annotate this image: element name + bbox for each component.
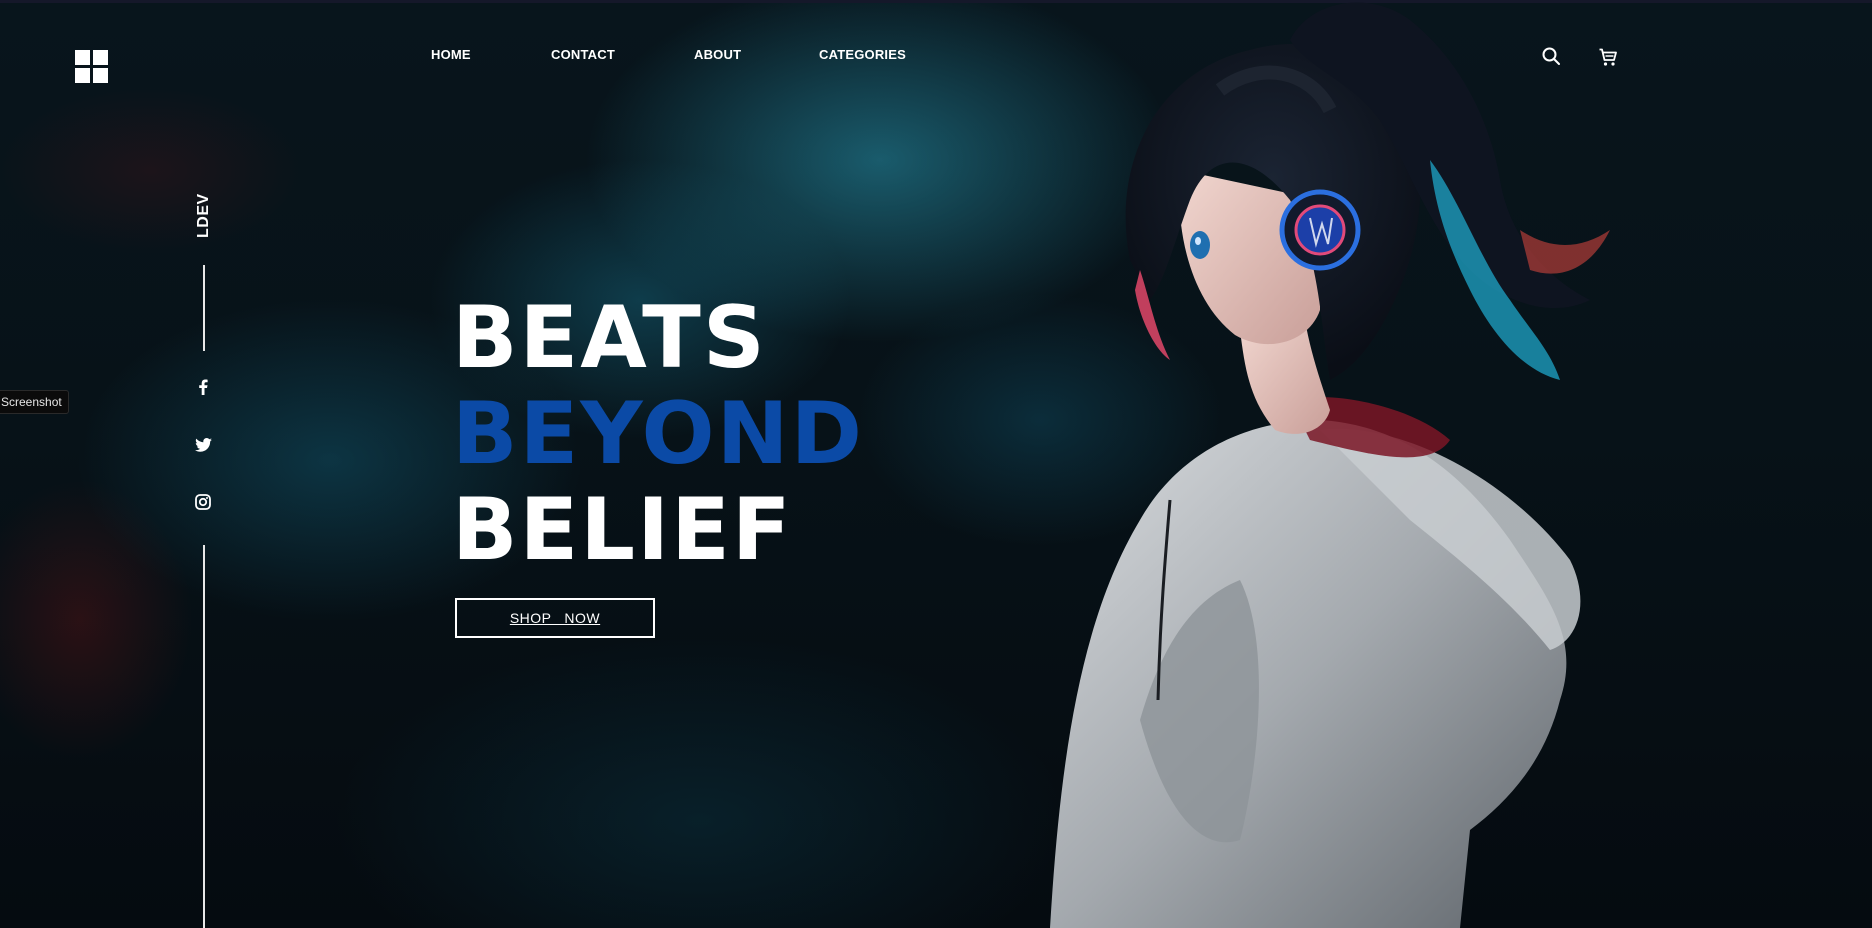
search-icon[interactable]: [1539, 44, 1563, 68]
hero-page: HOME CONTACT ABOUT CATEGORIES LDEV Scree…: [0, 0, 1872, 928]
nav-contact[interactable]: CONTACT: [551, 47, 615, 62]
headline-line-2: BEYOND: [452, 384, 864, 484]
brand-vertical-label: LDEV: [195, 193, 212, 238]
facebook-icon[interactable]: [192, 376, 214, 398]
anime-girl-illustration: [1050, 2, 1610, 928]
cart-icon[interactable]: [1596, 45, 1620, 69]
twitter-icon[interactable]: [192, 434, 214, 456]
hero-headline: BEATS BEYOND BELIEF: [452, 290, 864, 578]
rail-divider-bottom: [203, 545, 205, 928]
screenshot-tooltip: Screenshot: [0, 390, 69, 414]
headline-line-3: BELIEF: [452, 480, 793, 580]
shop-now-button[interactable]: SHOP NOW: [455, 598, 655, 638]
headline-line-1: BEATS: [452, 288, 767, 388]
nav-about[interactable]: ABOUT: [694, 47, 741, 62]
nav-home[interactable]: HOME: [431, 47, 471, 62]
nav-categories[interactable]: CATEGORIES: [819, 47, 906, 62]
grid-logo-icon[interactable]: [75, 50, 108, 83]
instagram-icon[interactable]: [192, 491, 214, 513]
rail-divider-top: [203, 265, 205, 351]
